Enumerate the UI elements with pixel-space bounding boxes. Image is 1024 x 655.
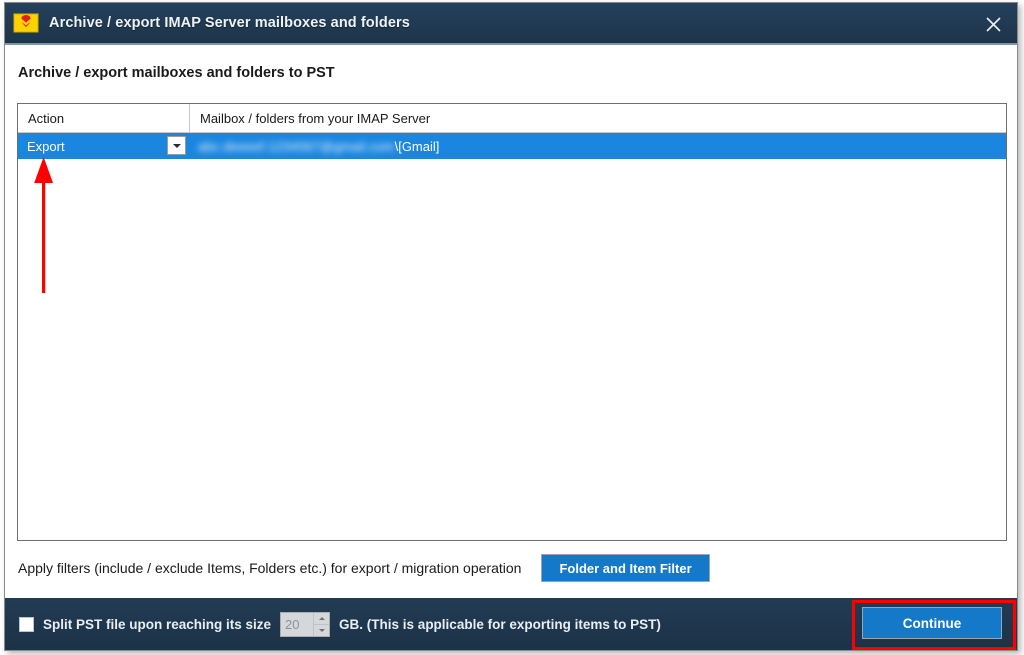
grid-header-row: Action Mailbox / folders from your IMAP …: [18, 104, 1006, 133]
action-dropdown-toggle[interactable]: [167, 136, 186, 155]
chevron-down-icon: [172, 143, 181, 148]
page-title: Archive / export mailboxes and folders t…: [18, 65, 335, 81]
close-icon[interactable]: [969, 3, 1017, 45]
stepper-down-icon[interactable]: [314, 625, 329, 636]
filters-row: Apply filters (include / exclude Items, …: [18, 553, 1004, 583]
split-size-value[interactable]: 20: [281, 613, 313, 636]
footer-bar: Split PST file upon reaching its size 20…: [5, 598, 1017, 650]
mailbox-address-redacted: abc.deeeef.1234567@gmail.com: [198, 138, 395, 154]
continue-button[interactable]: Continue: [862, 607, 1002, 639]
action-dropdown-value: Export: [27, 138, 65, 154]
split-pst-checkbox[interactable]: [19, 616, 34, 632]
split-size-stepper[interactable]: 20: [280, 611, 331, 637]
dialog-window: Archive / export IMAP Server mailboxes a…: [4, 2, 1018, 651]
title-bar: Archive / export IMAP Server mailboxes a…: [5, 3, 1017, 45]
split-size-arrows: [313, 612, 330, 636]
stepper-up-icon[interactable]: [314, 613, 330, 625]
mail-envelope-icon: [13, 11, 39, 35]
filters-label: Apply filters (include / exclude Items, …: [18, 560, 522, 576]
mailbox-grid: Action Mailbox / folders from your IMAP …: [17, 103, 1007, 541]
split-pst-label: Split PST file upon reaching its size: [43, 616, 272, 632]
split-pst-group: Split PST file upon reaching its size 20…: [19, 611, 661, 637]
column-header-mailbox[interactable]: Mailbox / folders from your IMAP Server: [190, 104, 1006, 132]
cell-mailbox[interactable]: abc.deeeef.1234567@gmail.com \[Gmail]: [190, 133, 1006, 159]
column-header-action[interactable]: Action: [18, 104, 190, 132]
window-title: Archive / export IMAP Server mailboxes a…: [49, 15, 410, 31]
folder-and-item-filter-button[interactable]: Folder and Item Filter: [541, 554, 710, 582]
dialog-body: Archive / export mailboxes and folders t…: [5, 45, 1017, 598]
mailbox-path: abc.deeeef.1234567@gmail.com \[Gmail]: [198, 139, 439, 154]
split-pst-suffix: GB. (This is applicable for exporting it…: [339, 616, 661, 632]
table-row[interactable]: Export abc.deeeef.1234567@gmail.com \[Gma…: [18, 133, 1006, 159]
mailbox-folder-suffix: \[Gmail]: [394, 138, 440, 154]
cell-action[interactable]: Export: [18, 133, 190, 159]
